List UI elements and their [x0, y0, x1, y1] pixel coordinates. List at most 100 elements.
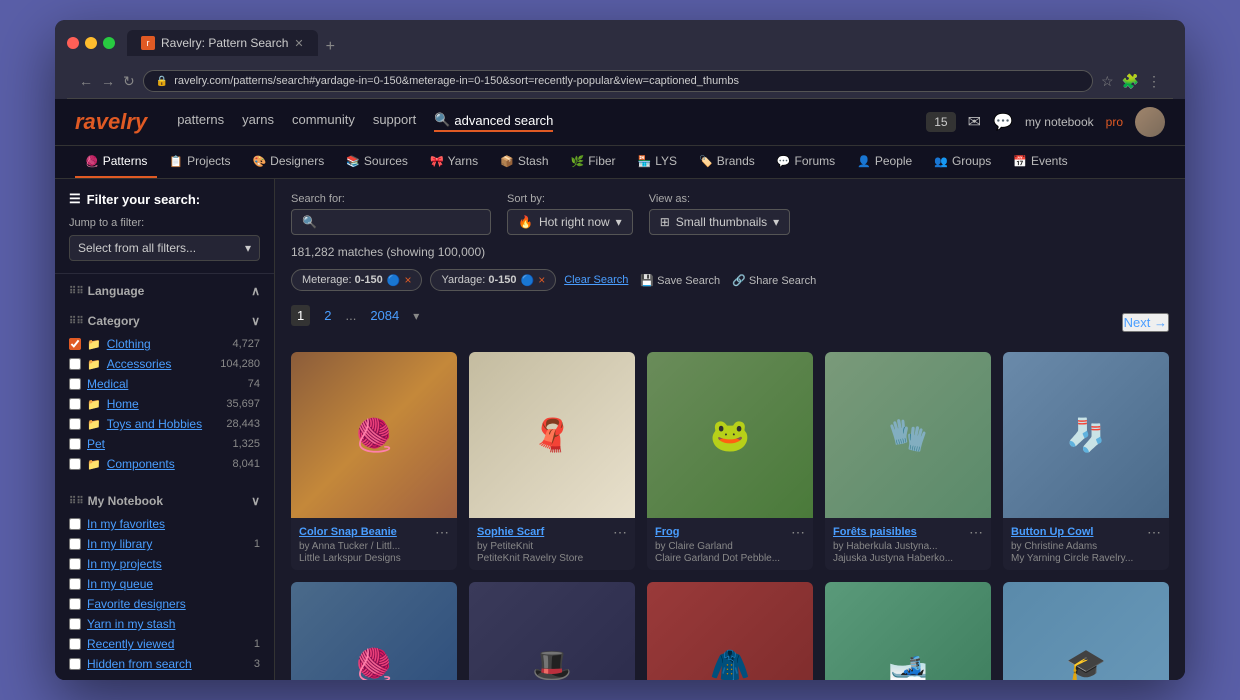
nav-support[interactable]: support — [373, 112, 416, 132]
refresh-button[interactable]: ↻ — [123, 73, 135, 90]
product-card-9: 🎿 ⋯ — [825, 582, 991, 680]
components-link[interactable]: Components — [107, 457, 175, 471]
avatar[interactable] — [1135, 107, 1165, 137]
subnav-groups[interactable]: 👥 Groups — [924, 146, 1001, 178]
subnav-patterns[interactable]: 🧶 Patterns — [75, 146, 157, 178]
chat-icon[interactable]: 💬 — [993, 112, 1013, 132]
toys-link[interactable]: Toys and Hobbies — [107, 417, 202, 431]
subnav-lys[interactable]: 🏪 LYS — [628, 146, 688, 178]
queue-checkbox[interactable] — [69, 578, 81, 590]
share-search-link[interactable]: 🔗 Share Search — [732, 274, 816, 287]
components-checkbox[interactable] — [69, 458, 81, 470]
library-checkbox[interactable] — [69, 538, 81, 550]
product-menu-1[interactable]: ⋯ — [435, 524, 449, 541]
accessories-link[interactable]: Accessories — [107, 357, 172, 371]
tab-close-icon[interactable]: ✕ — [294, 37, 303, 50]
product-title-5[interactable]: Button Up Cowl — [1011, 526, 1093, 538]
notification-badge[interactable]: 15 — [926, 112, 955, 132]
product-title-1[interactable]: Color Snap Beanie — [299, 526, 397, 538]
yardage-remove[interactable]: × — [538, 273, 545, 287]
page-1-button[interactable]: 1 — [291, 305, 310, 326]
accessories-checkbox[interactable] — [69, 358, 81, 370]
product-menu-3[interactable]: ⋯ — [791, 524, 805, 541]
pet-checkbox[interactable] — [69, 438, 81, 450]
search-input[interactable] — [323, 215, 480, 229]
nav-patterns[interactable]: patterns — [177, 112, 224, 132]
product-menu-5[interactable]: ⋯ — [1147, 524, 1161, 541]
hidden-link[interactable]: Hidden from search — [87, 657, 192, 671]
subnav-people[interactable]: 👤 People — [847, 146, 922, 178]
subnav-brands[interactable]: 🏷️ Brands — [689, 146, 765, 178]
product-title-3[interactable]: Frog — [655, 526, 679, 538]
search-input-wrap[interactable]: 🔍 — [291, 209, 491, 235]
nav-advanced-search[interactable]: 🔍 advanced search — [434, 112, 553, 132]
fav-designers-checkbox[interactable] — [69, 598, 81, 610]
clothing-link[interactable]: Clothing — [107, 337, 151, 351]
hidden-checkbox[interactable] — [69, 658, 81, 670]
home-link[interactable]: Home — [107, 397, 139, 411]
product-menu-4[interactable]: ⋯ — [969, 524, 983, 541]
subnav-stash[interactable]: 📦 Stash — [490, 146, 558, 178]
maximize-button[interactable] — [103, 37, 115, 49]
product-title-2[interactable]: Sophie Scarf — [477, 526, 544, 538]
view-select[interactable]: ⊞ Small thumbnails ▾ — [649, 209, 790, 235]
subnav-fiber[interactable]: 🌿 Fiber — [561, 146, 626, 178]
favorites-checkbox[interactable] — [69, 518, 81, 530]
sort-select[interactable]: 🔥 Hot right now ▾ — [507, 209, 633, 235]
nav-yarns[interactable]: yarns — [242, 112, 274, 132]
clothing-checkbox[interactable] — [69, 338, 81, 350]
mail-icon[interactable]: ✉ — [968, 112, 981, 132]
subnav-events[interactable]: 📅 Events — [1003, 146, 1077, 178]
notebook-toggle[interactable]: ∨ — [251, 494, 260, 508]
bookmark-icon[interactable]: ☆ — [1101, 73, 1114, 90]
toys-checkbox[interactable] — [69, 418, 81, 430]
product-menu-2[interactable]: ⋯ — [613, 524, 627, 541]
site-logo[interactable]: ravelry — [75, 109, 147, 135]
pet-link[interactable]: Pet — [87, 437, 105, 451]
filter-select[interactable]: Select from all filters... ▾ — [69, 235, 260, 261]
page-dropdown[interactable]: ▾ — [413, 309, 419, 323]
home-checkbox[interactable] — [69, 398, 81, 410]
category-label: Category — [88, 314, 252, 328]
recently-viewed-link[interactable]: Recently viewed — [87, 637, 174, 651]
url-bar[interactable]: 🔒 ravelry.com/patterns/search#yardage-in… — [143, 70, 1093, 92]
next-page-button[interactable]: Next → — [1122, 313, 1169, 332]
back-button[interactable]: ← — [79, 73, 93, 89]
queue-link[interactable]: In my queue — [87, 577, 153, 591]
meterage-remove[interactable]: × — [404, 273, 411, 287]
favorites-link[interactable]: In my favorites — [87, 517, 165, 531]
yarn-stash-link[interactable]: Yarn in my stash — [87, 617, 175, 631]
save-search-link[interactable]: 💾 Save Search — [640, 274, 720, 287]
subnav-sources[interactable]: 📚 Sources — [336, 146, 418, 178]
product-image-6: 🧶 — [291, 582, 457, 680]
projects-checkbox[interactable] — [69, 558, 81, 570]
fav-designers-link[interactable]: Favorite designers — [87, 597, 186, 611]
close-button[interactable] — [67, 37, 79, 49]
projects-link[interactable]: In my projects — [87, 557, 162, 571]
my-notebook-link[interactable]: my notebook — [1025, 115, 1094, 129]
extensions-icon[interactable]: 🧩 — [1122, 73, 1139, 90]
subnav-designers[interactable]: 🎨 Designers — [242, 146, 334, 178]
medical-link[interactable]: Medical — [87, 377, 128, 391]
recently-viewed-checkbox[interactable] — [69, 638, 81, 650]
subnav-yarns[interactable]: 🎀 Yarns — [420, 146, 488, 178]
nav-community[interactable]: community — [292, 112, 355, 132]
clear-search-link[interactable]: Clear Search — [564, 274, 628, 286]
category-toggle[interactable]: ∨ — [251, 314, 260, 328]
yarn-stash-checkbox[interactable] — [69, 618, 81, 630]
language-toggle[interactable]: ∧ — [251, 284, 260, 298]
subnav-forums[interactable]: 💬 Forums — [767, 146, 845, 178]
page-last-button[interactable]: 2084 — [364, 305, 405, 326]
library-link[interactable]: In my library — [87, 537, 152, 551]
product-image-7: 🎩 — [469, 582, 635, 680]
subnav-projects[interactable]: 📋 Projects — [159, 146, 240, 178]
page-2-button[interactable]: 2 — [318, 305, 337, 326]
browser-tab[interactable]: r Ravelry: Pattern Search ✕ — [127, 30, 318, 56]
medical-checkbox[interactable] — [69, 378, 81, 390]
forward-button[interactable]: → — [101, 73, 115, 89]
new-tab-button[interactable]: + — [326, 38, 335, 56]
menu-icon[interactable]: ⋮ — [1147, 73, 1161, 90]
pro-badge[interactable]: pro — [1106, 115, 1123, 129]
minimize-button[interactable] — [85, 37, 97, 49]
product-title-4[interactable]: Forêts paisibles — [833, 526, 917, 538]
